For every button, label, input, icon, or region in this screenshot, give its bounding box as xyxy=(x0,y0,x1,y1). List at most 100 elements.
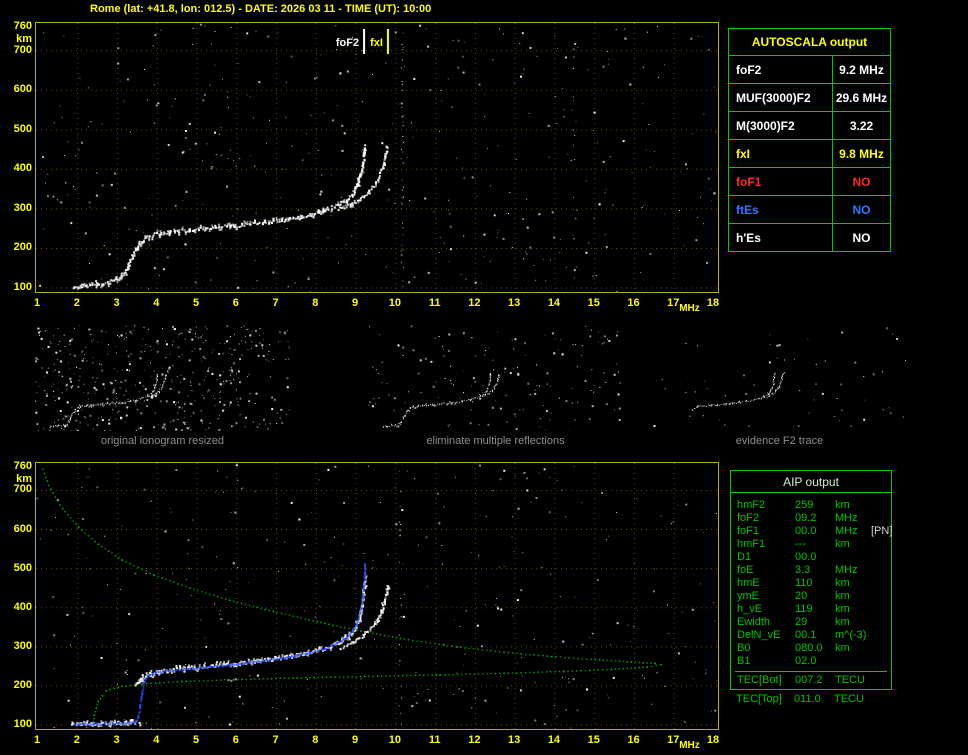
autoscala-label: M(3000)F2 xyxy=(728,111,833,140)
y-tick-label: 760 xyxy=(13,460,32,472)
plot-bottom-svg xyxy=(36,463,718,729)
autoscala-label: foF1 xyxy=(728,167,833,196)
y-tick-label: 400 xyxy=(13,162,32,175)
y-tick-label: 500 xyxy=(13,561,32,574)
y-tick-label: 200 xyxy=(13,678,32,691)
x-axis-unit: MHz xyxy=(679,740,700,751)
aip-row-b1: B1 02.0 xyxy=(737,655,817,667)
x-tick-label: 8 xyxy=(312,734,319,746)
autoscala-value: NO xyxy=(832,167,891,196)
x-tick-label: 7 xyxy=(272,297,279,309)
aip-row-delnve: DelN_vE 00.1 m^(-3) xyxy=(737,629,867,641)
y-tick-label: 760 xyxy=(13,20,32,32)
autoscala-table-header-row: AUTOSCALA output xyxy=(728,28,891,56)
x-tick-label: 13 xyxy=(508,734,521,746)
aip-row-tec-bot: TEC[Bot] 007.2 TECU xyxy=(735,671,887,687)
y-tick-label: 600 xyxy=(13,522,32,535)
x-axis-unit: MHz xyxy=(679,303,700,314)
thumbnail-canvas-reflections xyxy=(368,325,623,432)
x-tick-label: 6 xyxy=(232,297,239,309)
y-tick-label: 300 xyxy=(13,201,32,214)
autoscala-row-m3000f2: M(3000)F2 3.22 xyxy=(728,111,891,140)
plot-top-svg: foF2 fxI xyxy=(36,23,719,293)
x-tick-label: 14 xyxy=(547,734,561,746)
y-tick-label: 400 xyxy=(13,600,32,613)
aip-row-foe: foE 3.3 MHz xyxy=(737,564,858,576)
thumbnail-caption-f2-trace: evidence F2 trace xyxy=(735,435,824,447)
x-tick-label: 14 xyxy=(547,297,561,309)
x-tick-label: 4 xyxy=(153,297,160,309)
aip-rows: hmF2 259 km foF2 09.2 MHz foF1 00.0 MHz [PN] hm… xyxy=(731,493,893,689)
thumbnail-caption-reflections: eliminate multiple reflections xyxy=(426,435,565,447)
autoscala-label: fxI xyxy=(728,139,833,168)
aip-row-tec-top: TEC[Top] 011.0 TECU xyxy=(736,693,864,705)
x-tick-label: 11 xyxy=(428,734,441,746)
aip-row-hme: hmE 110 km xyxy=(737,577,850,589)
aip-row-d1: D1 00.0 xyxy=(737,551,817,563)
autoscala-row-fxi: fxI 9.8 MHz xyxy=(728,139,891,168)
ionogram-plot: foF2 fxI xyxy=(35,22,719,293)
autoscala-row-ftes: ftEs NO xyxy=(728,195,891,224)
aip-row-hmf1: hmF1 --- km xyxy=(737,538,850,550)
x-tick-label: 7 xyxy=(272,734,279,746)
aip-row-hmf2: hmF2 259 km xyxy=(737,499,850,511)
x-tick-label: 5 xyxy=(192,297,200,309)
aip-row-ewidth: Ewidth 29 km xyxy=(737,616,850,628)
autoscala-value: 29.6 MHz xyxy=(832,83,891,112)
autoscala-table-title: AUTOSCALA output xyxy=(728,28,891,56)
x-tick-label: 10 xyxy=(388,297,401,309)
x-tick-label: 5 xyxy=(192,734,200,746)
thumb-cv-0-svg xyxy=(35,325,292,433)
y-tick-label: 100 xyxy=(13,281,32,293)
x-tick-label: 16 xyxy=(627,297,640,309)
y-tick-label: 200 xyxy=(13,241,32,254)
autoscala-label: MUF(3000)F2 xyxy=(728,83,833,112)
y-tick-label: 500 xyxy=(13,122,32,135)
autoscala-label: ftEs xyxy=(728,195,833,224)
aip-row-hve: h_vE 119 km xyxy=(737,603,850,615)
y-tick-label: 600 xyxy=(13,83,32,96)
thumb-cv-1-svg xyxy=(368,325,621,432)
thumbnail-multiple-reflections: eliminate multiple reflections xyxy=(368,325,623,447)
thumb-cv-2-svg xyxy=(653,327,906,428)
x-tick-label: 12 xyxy=(468,734,481,746)
x-tick-label: 11 xyxy=(428,297,441,309)
x-tick-label: 16 xyxy=(627,734,640,746)
autoscala-value: 3.22 xyxy=(832,111,891,140)
autoscala-value: 9.8 MHz xyxy=(832,139,891,168)
aip-output-panel: AIP output hmF2 259 km foF2 09.2 MHz foF1 00.… xyxy=(730,470,892,706)
x-tick-label: 10 xyxy=(388,734,401,746)
aip-row-yme: ymE 20 km xyxy=(737,590,850,602)
x-tick-label: 1 xyxy=(33,297,41,309)
y-tick-label: 700 xyxy=(13,43,32,56)
x-tick-label: 8 xyxy=(312,297,319,309)
x-tick-label: 9 xyxy=(352,297,359,309)
y-tick-label: 100 xyxy=(13,718,32,730)
x-tick-label: 15 xyxy=(587,297,600,309)
autoscala-row-muf3000f2: MUF(3000)F2 29.6 MHz xyxy=(728,83,891,112)
thumbnail-original-ionogram: original ionogram resized xyxy=(35,325,292,447)
aip-row-b0: B0 080.0 km xyxy=(737,642,850,654)
aip-row-fof1: foF1 00.0 MHz [PN] xyxy=(737,525,893,537)
thumbnail-canvas-f2-trace xyxy=(652,325,907,431)
profile-plot xyxy=(35,462,719,730)
station-date-time-header: Rome (lat: +41.8, lon: 012.5) - DATE: 20… xyxy=(90,3,432,15)
autoscala-row-fof1: foF1 NO xyxy=(728,167,891,196)
autoscala-row-fof2: foF2 9.2 MHz xyxy=(728,55,891,84)
autoscala-label: foF2 xyxy=(728,55,833,84)
thumbnail-canvas-original xyxy=(35,325,292,433)
x-tick-label: 6 xyxy=(232,734,239,746)
x-tick-label: 18 xyxy=(706,297,720,309)
x-tick-label: 3 xyxy=(113,297,120,309)
y-tick-label: 300 xyxy=(13,639,32,652)
x-tick-label: 4 xyxy=(153,734,160,746)
x-tick-label: 2 xyxy=(73,297,80,309)
marker-label-fxI: fxI xyxy=(370,37,383,49)
autoscala-output-table: AUTOSCALA output foF2 9.2 MHz MUF(3000)F… xyxy=(728,28,891,252)
aip-output-box: AIP output hmF2 259 km foF2 09.2 MHz foF1 00.… xyxy=(730,470,892,690)
autoscala-value: 9.2 MHz xyxy=(832,55,891,84)
autoscala-app-screen: Rome (lat: +41.8, lon: 012.5) - DATE: 20… xyxy=(0,0,968,755)
x-tick-label: 1 xyxy=(33,734,41,746)
x-tick-label: 9 xyxy=(352,734,359,746)
aip-title: AIP output xyxy=(731,471,891,493)
